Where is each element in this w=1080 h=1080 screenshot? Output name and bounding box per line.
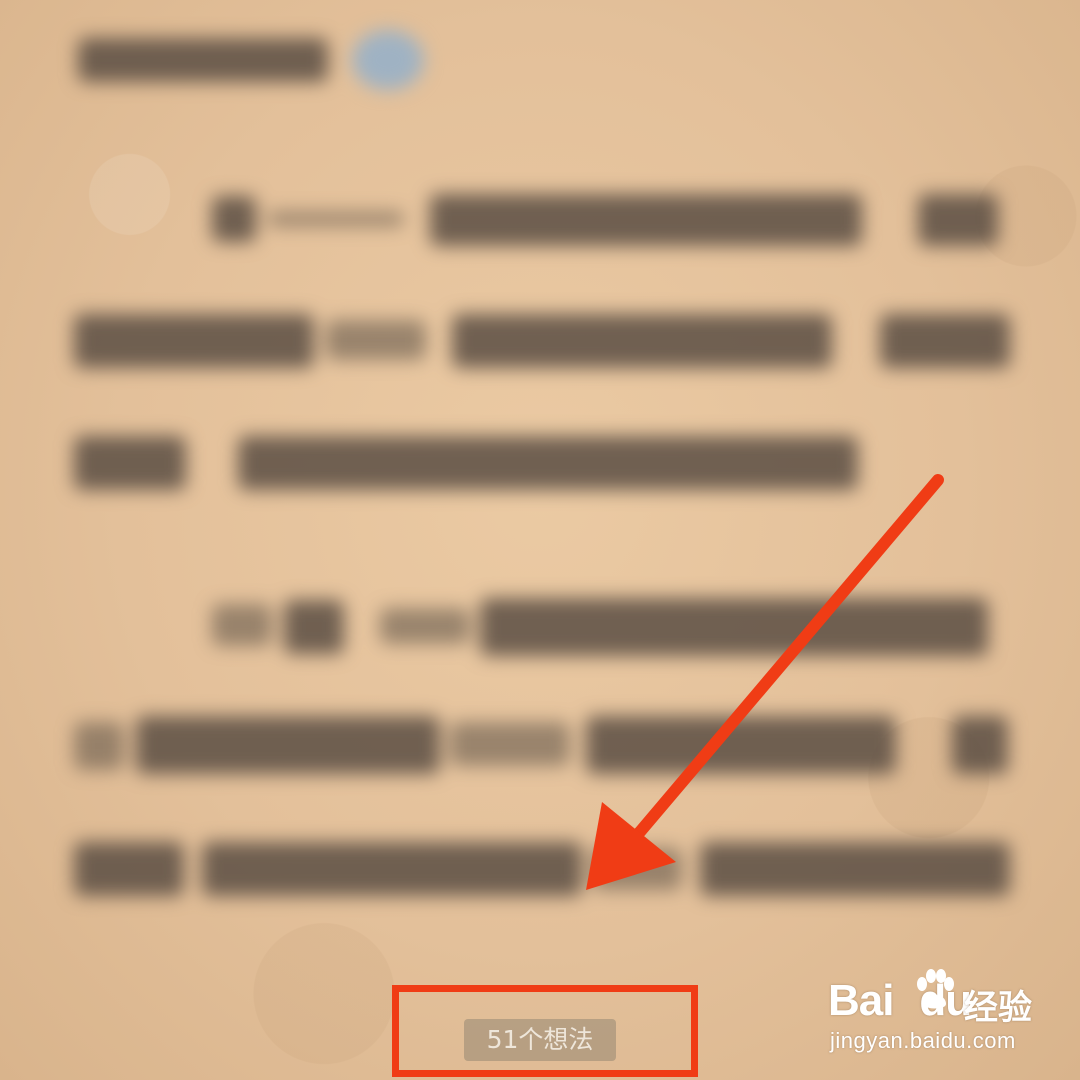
blurred-text-line: [268, 212, 404, 226]
blurred-text-line: [74, 842, 184, 896]
blurred-text-line: [586, 716, 896, 774]
blurred-title-line: [78, 38, 328, 82]
thoughts-count-button[interactable]: 51个想法: [464, 1019, 616, 1061]
blurred-text-line: [430, 194, 862, 246]
blurred-text-line: [592, 848, 682, 890]
blurred-text-line: [880, 314, 1010, 368]
blurred-text-line: [700, 842, 1010, 896]
watermark-brand-cn: 经验: [964, 988, 1032, 1028]
blurred-text-line: [326, 320, 426, 360]
blurred-text-line: [918, 194, 998, 246]
baidu-jingyan-watermark: Baiddu 经验 jingyan.baidu.com: [828, 966, 1058, 1062]
watermark-url: jingyan.baidu.com: [830, 1028, 1016, 1053]
blurred-avatar-icon: [352, 30, 424, 90]
blurred-text-line: [952, 716, 1008, 774]
paw-icon: [917, 969, 954, 1009]
blurred-text-line: [452, 314, 832, 368]
blurred-text-line: [212, 196, 256, 242]
blurred-text-line: [238, 436, 858, 490]
blurred-text-line: [136, 716, 440, 774]
blurred-text-line: [212, 604, 272, 646]
blurred-text-line: [284, 600, 344, 654]
blurred-text-line: [450, 722, 570, 766]
blurred-text-line: [74, 722, 124, 770]
blurred-text-line: [74, 436, 186, 490]
blurred-text-line: [74, 314, 314, 368]
blurred-text-line: [380, 608, 470, 644]
blurred-reading-content: [0, 0, 1080, 960]
watermark-brand-latin: Bai: [828, 976, 894, 1025]
blurred-text-line: [480, 598, 988, 656]
blurred-text-line: [202, 842, 582, 896]
